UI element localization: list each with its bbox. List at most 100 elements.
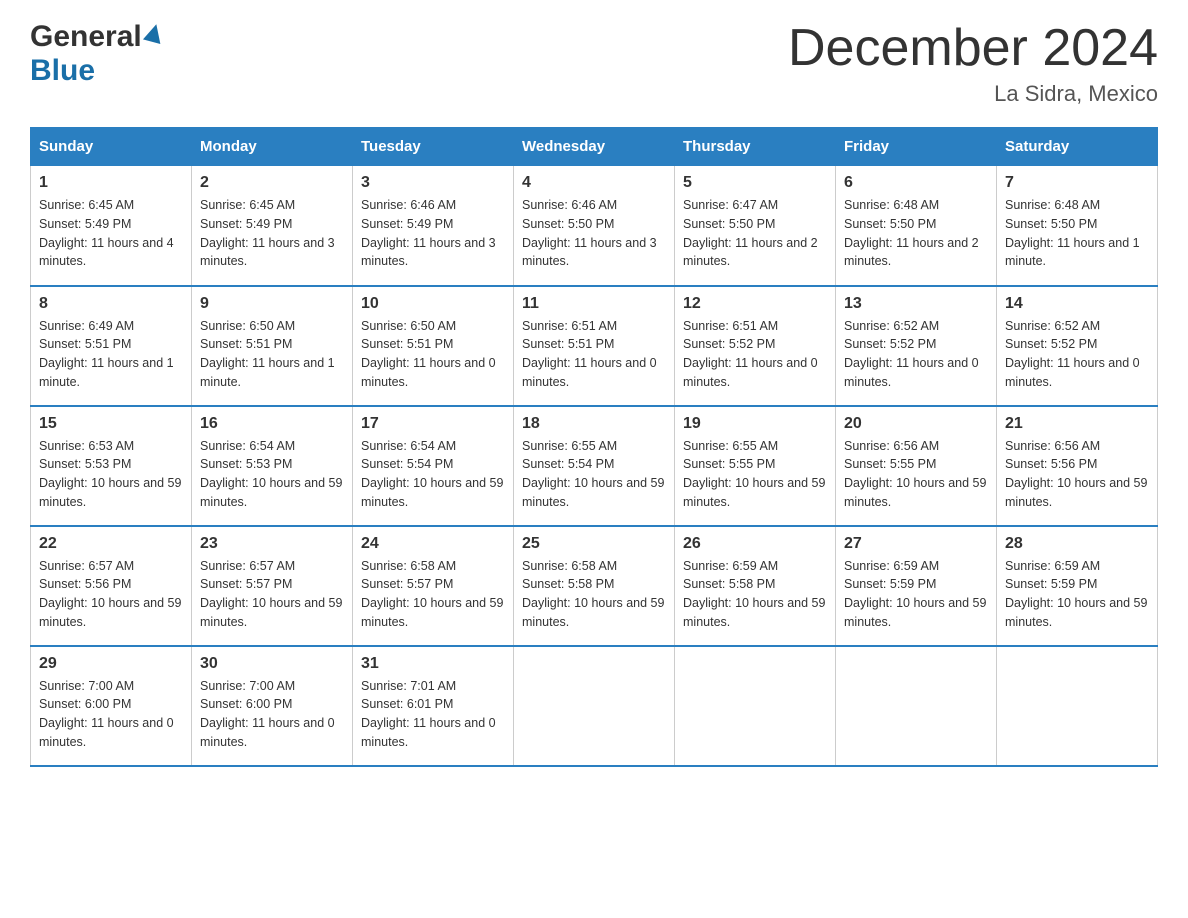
calendar-cell: 22 Sunrise: 6:57 AM Sunset: 5:56 PM Dayl…	[31, 526, 192, 646]
calendar-cell: 8 Sunrise: 6:49 AM Sunset: 5:51 PM Dayli…	[31, 286, 192, 406]
day-info: Sunrise: 6:54 AM Sunset: 5:54 PM Dayligh…	[361, 437, 505, 512]
day-number: 20	[844, 415, 988, 433]
day-number: 4	[522, 174, 666, 192]
day-info: Sunrise: 6:57 AM Sunset: 5:57 PM Dayligh…	[200, 557, 344, 632]
calendar-cell: 26 Sunrise: 6:59 AM Sunset: 5:58 PM Dayl…	[675, 526, 836, 646]
logo-blue-text: Blue	[30, 54, 95, 87]
calendar-cell: 4 Sunrise: 6:46 AM Sunset: 5:50 PM Dayli…	[514, 166, 675, 286]
calendar-cell: 24 Sunrise: 6:58 AM Sunset: 5:57 PM Dayl…	[353, 526, 514, 646]
day-number: 26	[683, 535, 827, 553]
col-friday: Friday	[836, 128, 997, 166]
day-number: 24	[361, 535, 505, 553]
col-wednesday: Wednesday	[514, 128, 675, 166]
calendar-cell: 25 Sunrise: 6:58 AM Sunset: 5:58 PM Dayl…	[514, 526, 675, 646]
calendar-cell: 29 Sunrise: 7:00 AM Sunset: 6:00 PM Dayl…	[31, 646, 192, 766]
day-info: Sunrise: 7:00 AM Sunset: 6:00 PM Dayligh…	[39, 677, 183, 752]
day-number: 22	[39, 535, 183, 553]
calendar-week-5: 29 Sunrise: 7:00 AM Sunset: 6:00 PM Dayl…	[31, 646, 1158, 766]
col-monday: Monday	[192, 128, 353, 166]
calendar-week-3: 15 Sunrise: 6:53 AM Sunset: 5:53 PM Dayl…	[31, 406, 1158, 526]
calendar-cell: 28 Sunrise: 6:59 AM Sunset: 5:59 PM Dayl…	[997, 526, 1158, 646]
day-number: 7	[1005, 174, 1149, 192]
calendar-cell: 27 Sunrise: 6:59 AM Sunset: 5:59 PM Dayl…	[836, 526, 997, 646]
day-info: Sunrise: 6:59 AM Sunset: 5:59 PM Dayligh…	[1005, 557, 1149, 632]
day-number: 15	[39, 415, 183, 433]
calendar-cell: 17 Sunrise: 6:54 AM Sunset: 5:54 PM Dayl…	[353, 406, 514, 526]
day-number: 29	[39, 655, 183, 673]
day-info: Sunrise: 6:45 AM Sunset: 5:49 PM Dayligh…	[39, 196, 183, 271]
calendar-cell	[997, 646, 1158, 766]
day-info: Sunrise: 7:01 AM Sunset: 6:01 PM Dayligh…	[361, 677, 505, 752]
calendar-week-1: 1 Sunrise: 6:45 AM Sunset: 5:49 PM Dayli…	[31, 166, 1158, 286]
calendar-cell: 23 Sunrise: 6:57 AM Sunset: 5:57 PM Dayl…	[192, 526, 353, 646]
day-info: Sunrise: 6:55 AM Sunset: 5:55 PM Dayligh…	[683, 437, 827, 512]
day-number: 17	[361, 415, 505, 433]
day-info: Sunrise: 6:53 AM Sunset: 5:53 PM Dayligh…	[39, 437, 183, 512]
day-info: Sunrise: 6:56 AM Sunset: 5:56 PM Dayligh…	[1005, 437, 1149, 512]
day-info: Sunrise: 6:59 AM Sunset: 5:59 PM Dayligh…	[844, 557, 988, 632]
header-row: Sunday Monday Tuesday Wednesday Thursday…	[31, 128, 1158, 166]
day-number: 31	[361, 655, 505, 673]
day-number: 13	[844, 295, 988, 313]
day-info: Sunrise: 6:52 AM Sunset: 5:52 PM Dayligh…	[1005, 317, 1149, 392]
day-info: Sunrise: 6:50 AM Sunset: 5:51 PM Dayligh…	[200, 317, 344, 392]
day-info: Sunrise: 6:58 AM Sunset: 5:58 PM Dayligh…	[522, 557, 666, 632]
day-number: 16	[200, 415, 344, 433]
day-number: 5	[683, 174, 827, 192]
page-header: General Blue December 2024 La Sidra, Mex…	[30, 20, 1158, 107]
day-number: 10	[361, 295, 505, 313]
calendar-cell: 3 Sunrise: 6:46 AM Sunset: 5:49 PM Dayli…	[353, 166, 514, 286]
calendar-cell	[514, 646, 675, 766]
day-number: 30	[200, 655, 344, 673]
day-info: Sunrise: 6:45 AM Sunset: 5:49 PM Dayligh…	[200, 196, 344, 271]
col-saturday: Saturday	[997, 128, 1158, 166]
day-number: 28	[1005, 535, 1149, 553]
day-number: 3	[361, 174, 505, 192]
col-thursday: Thursday	[675, 128, 836, 166]
day-info: Sunrise: 6:58 AM Sunset: 5:57 PM Dayligh…	[361, 557, 505, 632]
calendar-cell: 11 Sunrise: 6:51 AM Sunset: 5:51 PM Dayl…	[514, 286, 675, 406]
day-info: Sunrise: 6:48 AM Sunset: 5:50 PM Dayligh…	[844, 196, 988, 271]
day-number: 14	[1005, 295, 1149, 313]
calendar-cell	[836, 646, 997, 766]
calendar-cell: 7 Sunrise: 6:48 AM Sunset: 5:50 PM Dayli…	[997, 166, 1158, 286]
logo: General Blue	[30, 20, 163, 88]
calendar-week-4: 22 Sunrise: 6:57 AM Sunset: 5:56 PM Dayl…	[31, 526, 1158, 646]
logo-general-text: General	[30, 20, 142, 54]
day-number: 1	[39, 174, 183, 192]
calendar-cell: 6 Sunrise: 6:48 AM Sunset: 5:50 PM Dayli…	[836, 166, 997, 286]
calendar-cell: 10 Sunrise: 6:50 AM Sunset: 5:51 PM Dayl…	[353, 286, 514, 406]
day-info: Sunrise: 7:00 AM Sunset: 6:00 PM Dayligh…	[200, 677, 344, 752]
calendar-cell: 9 Sunrise: 6:50 AM Sunset: 5:51 PM Dayli…	[192, 286, 353, 406]
day-number: 25	[522, 535, 666, 553]
day-info: Sunrise: 6:54 AM Sunset: 5:53 PM Dayligh…	[200, 437, 344, 512]
day-number: 9	[200, 295, 344, 313]
calendar-cell	[675, 646, 836, 766]
day-number: 23	[200, 535, 344, 553]
calendar-cell: 15 Sunrise: 6:53 AM Sunset: 5:53 PM Dayl…	[31, 406, 192, 526]
day-info: Sunrise: 6:52 AM Sunset: 5:52 PM Dayligh…	[844, 317, 988, 392]
day-info: Sunrise: 6:50 AM Sunset: 5:51 PM Dayligh…	[361, 317, 505, 392]
calendar-cell: 19 Sunrise: 6:55 AM Sunset: 5:55 PM Dayl…	[675, 406, 836, 526]
calendar-cell: 1 Sunrise: 6:45 AM Sunset: 5:49 PM Dayli…	[31, 166, 192, 286]
day-number: 27	[844, 535, 988, 553]
day-info: Sunrise: 6:51 AM Sunset: 5:51 PM Dayligh…	[522, 317, 666, 392]
day-info: Sunrise: 6:55 AM Sunset: 5:54 PM Dayligh…	[522, 437, 666, 512]
day-info: Sunrise: 6:57 AM Sunset: 5:56 PM Dayligh…	[39, 557, 183, 632]
day-info: Sunrise: 6:51 AM Sunset: 5:52 PM Dayligh…	[683, 317, 827, 392]
day-number: 18	[522, 415, 666, 433]
calendar-cell: 5 Sunrise: 6:47 AM Sunset: 5:50 PM Dayli…	[675, 166, 836, 286]
day-number: 6	[844, 174, 988, 192]
calendar-cell: 20 Sunrise: 6:56 AM Sunset: 5:55 PM Dayl…	[836, 406, 997, 526]
title-section: December 2024 La Sidra, Mexico	[788, 20, 1158, 107]
day-number: 8	[39, 295, 183, 313]
calendar-header: Sunday Monday Tuesday Wednesday Thursday…	[31, 128, 1158, 166]
month-title: December 2024	[788, 20, 1158, 77]
day-number: 19	[683, 415, 827, 433]
calendar-cell: 16 Sunrise: 6:54 AM Sunset: 5:53 PM Dayl…	[192, 406, 353, 526]
calendar-cell: 21 Sunrise: 6:56 AM Sunset: 5:56 PM Dayl…	[997, 406, 1158, 526]
calendar-table: Sunday Monday Tuesday Wednesday Thursday…	[30, 127, 1158, 767]
day-info: Sunrise: 6:48 AM Sunset: 5:50 PM Dayligh…	[1005, 196, 1149, 271]
calendar-week-2: 8 Sunrise: 6:49 AM Sunset: 5:51 PM Dayli…	[31, 286, 1158, 406]
calendar-cell: 2 Sunrise: 6:45 AM Sunset: 5:49 PM Dayli…	[192, 166, 353, 286]
